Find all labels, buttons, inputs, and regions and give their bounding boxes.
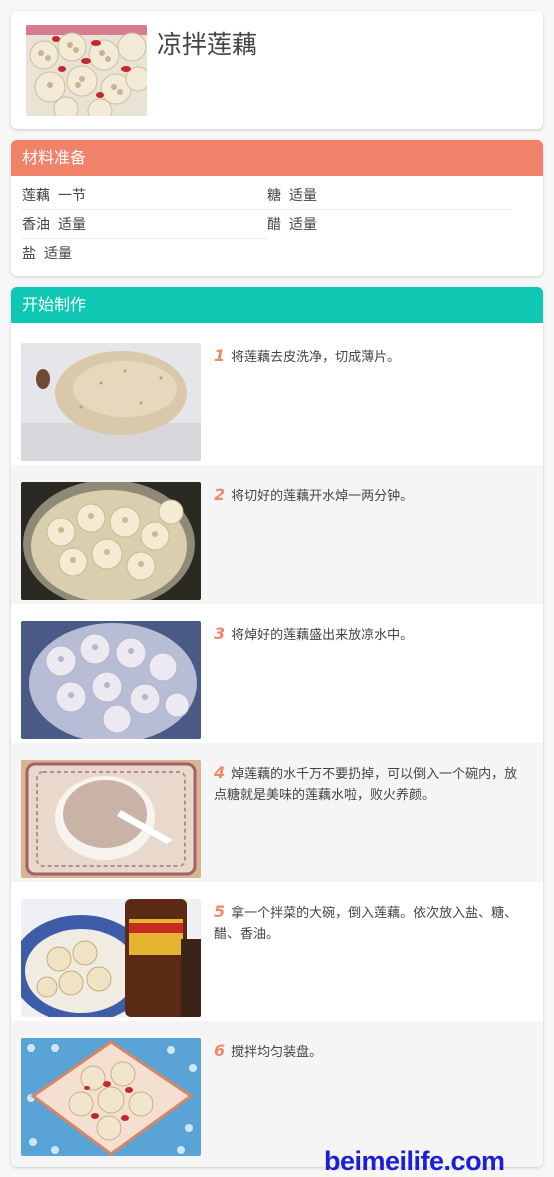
step-description: 将焯好的莲藕盛出来放凉水中。 [231, 628, 414, 643]
step-item: 3 将焯好的莲藕盛出来放凉水中。 [11, 604, 543, 743]
ingredients-card: 材料准备 莲藕 一节 糖适量 香油 适量 醋适量 盐适量 [11, 140, 543, 276]
ingredient-amount: 一节 [58, 188, 86, 204]
ingredient-amount: 适量 [289, 188, 317, 204]
ingredient-item: 糖适量 [267, 182, 317, 210]
step-description: 搅拌均匀装盘。 [231, 1045, 323, 1060]
step-description: 拿一个拌菜的大碗，倒入莲藕。依次放入盐、糖、醋、香油。 [214, 906, 518, 942]
site-watermark: beimeilife.com [324, 1146, 505, 1176]
ingredient-name: 香油 [22, 217, 50, 233]
step-image[interactable] [21, 621, 201, 739]
step-number: 6 [214, 1041, 226, 1060]
divider [22, 209, 512, 210]
step-description: 将莲藕去皮洗净，切成薄片。 [231, 350, 401, 365]
step-number: 3 [214, 624, 226, 643]
step-item: 5 拿一个拌菜的大碗，倒入莲藕。依次放入盐、糖、醋、香油。 [11, 882, 543, 1021]
step-text: 3 将焯好的莲藕盛出来放凉水中。 [214, 623, 526, 646]
ingredient-amount: 适量 [58, 217, 86, 233]
recipe-title: 凉拌莲藕 [157, 30, 258, 59]
step-number: 2 [214, 485, 226, 504]
step-text: 1 将莲藕去皮洗净，切成薄片。 [214, 345, 526, 368]
ingredient-amount: 适量 [44, 246, 72, 262]
step-image[interactable] [21, 482, 201, 600]
step-text: 5 拿一个拌菜的大碗，倒入莲藕。依次放入盐、糖、醋、香油。 [214, 901, 526, 945]
ingredient-item: 香油 适量 [22, 211, 86, 239]
dish-thumbnail-image[interactable] [26, 25, 147, 116]
ingredient-item: 醋适量 [267, 211, 317, 239]
ingredients-header: 材料准备 [11, 140, 543, 176]
step-text: 2 将切好的莲藕开水焯一两分钟。 [214, 484, 526, 507]
step-item: 1 将莲藕去皮洗净，切成薄片。 [11, 326, 543, 465]
step-image[interactable] [21, 1038, 201, 1156]
step-image[interactable] [21, 899, 201, 1017]
step-image[interactable] [21, 343, 201, 461]
step-number: 5 [214, 902, 226, 921]
steps-card: 开始制作 1 将莲藕去皮洗净，切成薄片。 2 将切好的莲藕开水焯一两分钟。 3 … [11, 287, 543, 1167]
ingredient-name: 糖 [267, 188, 281, 204]
step-description: 将切好的莲藕开水焯一两分钟。 [231, 489, 414, 504]
steps-header: 开始制作 [11, 287, 543, 323]
step-image[interactable] [21, 760, 201, 878]
step-number: 1 [214, 346, 226, 365]
step-number: 4 [214, 763, 226, 782]
ingredient-name: 莲藕 [22, 188, 50, 204]
step-item: 4 焯莲藕的水千万不要扔掉，可以倒入一个碗内，放点糖就是美味的莲藕水啦，败火养颜。 [11, 743, 543, 882]
ingredient-name: 醋 [267, 217, 281, 233]
divider [22, 238, 267, 239]
step-description: 焯莲藕的水千万不要扔掉，可以倒入一个碗内，放点糖就是美味的莲藕水啦，败火养颜。 [214, 767, 518, 803]
step-text: 6 搅拌均匀装盘。 [214, 1040, 526, 1063]
ingredient-item: 盐适量 [22, 240, 72, 268]
ingredient-item: 莲藕 一节 [22, 182, 86, 210]
ingredient-amount: 适量 [289, 217, 317, 233]
recipe-header-card: 凉拌莲藕 [11, 11, 543, 129]
step-item: 2 将切好的莲藕开水焯一两分钟。 [11, 465, 543, 604]
ingredient-name: 盐 [22, 246, 36, 262]
step-text: 4 焯莲藕的水千万不要扔掉，可以倒入一个碗内，放点糖就是美味的莲藕水啦，败火养颜。 [214, 762, 526, 806]
